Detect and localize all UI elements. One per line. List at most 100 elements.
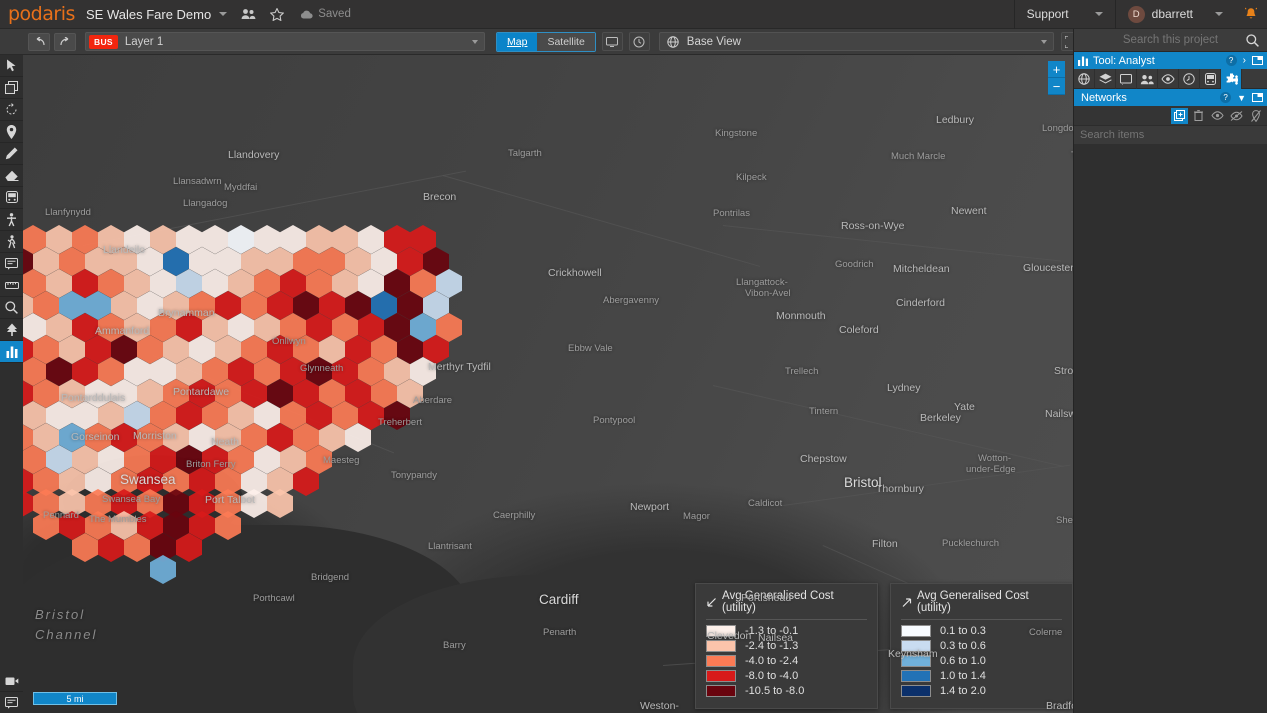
layer-dropdown-caret[interactable] bbox=[472, 39, 478, 44]
panel-icon-tabs[interactable] bbox=[1074, 69, 1267, 89]
delete-network-button[interactable] bbox=[1190, 108, 1207, 124]
analytics-tool[interactable] bbox=[0, 341, 23, 363]
layer-selector[interactable]: BUS Layer 1 bbox=[85, 32, 485, 51]
monitor-icon[interactable] bbox=[601, 32, 623, 51]
map-place-label: Kilpeck bbox=[736, 172, 767, 183]
tab-globe-icon[interactable] bbox=[1074, 69, 1095, 89]
map-place-label: Ebbw Vale bbox=[568, 343, 613, 354]
project-search-bar[interactable] bbox=[1074, 29, 1267, 52]
search-input[interactable] bbox=[1090, 34, 1251, 46]
map-place-label: Swansea bbox=[120, 472, 176, 487]
popout-icon[interactable] bbox=[1252, 56, 1263, 65]
star-icon[interactable] bbox=[270, 7, 285, 21]
search-icon[interactable] bbox=[1246, 33, 1259, 47]
map-place-label: Nailsea bbox=[758, 632, 794, 644]
items-search-input[interactable] bbox=[1080, 129, 1230, 141]
accessibility-tool[interactable] bbox=[0, 209, 23, 231]
map-pin-tool[interactable] bbox=[0, 121, 23, 143]
bus-tool[interactable] bbox=[0, 187, 23, 209]
tab-panel-icon[interactable] bbox=[1116, 69, 1137, 89]
networks-header[interactable]: Networks ? ▼ bbox=[1074, 89, 1267, 106]
map-place-label: Llandeilo bbox=[103, 244, 146, 256]
user-menu[interactable]: D dbarrett bbox=[1114, 0, 1235, 29]
map-place-label: Bradford- bbox=[1046, 700, 1073, 712]
map-place-label: Sherston bbox=[1056, 515, 1073, 526]
view-selector[interactable]: Base View bbox=[658, 32, 1054, 51]
undo-icon[interactable] bbox=[28, 32, 50, 51]
support-dropdown-caret[interactable] bbox=[1094, 12, 1103, 16]
user-dropdown-caret[interactable] bbox=[1215, 12, 1223, 16]
project-dropdown-caret[interactable] bbox=[219, 12, 228, 16]
map-place-label: under-Edge bbox=[966, 464, 1016, 475]
map-place-label: Crickhowell bbox=[548, 267, 602, 279]
share-people-icon[interactable] bbox=[241, 8, 256, 20]
tab-puzzle-icon[interactable] bbox=[1221, 69, 1242, 89]
map-place-label: Pucklechurch bbox=[942, 538, 1000, 549]
notification-bell-icon[interactable] bbox=[1235, 7, 1267, 21]
help-icon[interactable]: ? bbox=[1225, 55, 1237, 66]
items-search-bar[interactable] bbox=[1074, 125, 1267, 144]
ruler-tool[interactable] bbox=[0, 275, 23, 297]
basemap-satellite-button[interactable]: Satellite bbox=[537, 32, 595, 51]
avatar: D bbox=[1127, 5, 1145, 23]
map-place-label: Brynamman bbox=[158, 307, 215, 319]
user-name-label: dbarrett bbox=[1151, 7, 1193, 21]
map-place-label: Trellech bbox=[785, 366, 819, 377]
tool-analyst-header[interactable]: Tool: Analyst ? › bbox=[1074, 52, 1267, 69]
map-place-label: Magor bbox=[683, 511, 710, 522]
pedestrian-tool[interactable] bbox=[0, 231, 23, 253]
chat-tool[interactable] bbox=[0, 692, 23, 713]
tab-transit-icon[interactable] bbox=[1200, 69, 1221, 89]
chevron-right-icon[interactable]: › bbox=[1243, 55, 1246, 66]
saved-label: Saved bbox=[318, 8, 351, 20]
map-place-label: Aberdare bbox=[413, 395, 453, 406]
project-name-label[interactable]: SE Wales Fare Demo bbox=[86, 7, 211, 22]
map-place-label: Abergavenny bbox=[603, 295, 659, 306]
map-place-label: Pontrilas bbox=[713, 208, 750, 219]
clock-icon[interactable] bbox=[628, 32, 650, 51]
map-place-label: Vibon-Avel bbox=[745, 288, 791, 299]
tab-people-icon[interactable] bbox=[1137, 69, 1158, 89]
chevron-down-icon[interactable]: ▼ bbox=[1237, 93, 1246, 103]
map-place-label: Briton Ferry bbox=[186, 459, 236, 470]
magnifier-tool[interactable] bbox=[0, 297, 23, 319]
basemap-map-button[interactable]: Map bbox=[497, 32, 538, 51]
eraser-tool[interactable] bbox=[0, 165, 23, 187]
tree-tool[interactable] bbox=[0, 319, 23, 341]
globe-icon bbox=[667, 35, 679, 48]
redo-icon[interactable] bbox=[54, 32, 76, 51]
duplicate-tool[interactable] bbox=[0, 77, 23, 99]
map-place-label: Ammanford bbox=[95, 325, 150, 337]
map-place-label: Morriston bbox=[133, 430, 177, 442]
map-place-label: Pontypool bbox=[593, 415, 636, 426]
networks-toolbar[interactable] bbox=[1074, 106, 1267, 125]
basemap-toggle[interactable]: Map Satellite bbox=[496, 31, 596, 52]
view-dropdown-caret[interactable] bbox=[1040, 39, 1047, 44]
map-place-label: Stroud bbox=[1054, 365, 1073, 377]
comment-tool[interactable] bbox=[0, 253, 23, 275]
map-place-label: Chepstow bbox=[800, 453, 847, 465]
map-canvas[interactable]: Llandovery Llansadwrn Myddfai Llangadog Llan… bbox=[23, 55, 1073, 713]
map-place-label: Brecon bbox=[423, 191, 457, 203]
networks-popout-icon[interactable] bbox=[1252, 93, 1263, 102]
map-place-label: Coleford bbox=[839, 324, 879, 336]
unpin-network-button[interactable] bbox=[1247, 108, 1264, 124]
select-tool[interactable] bbox=[0, 55, 23, 77]
map-place-label: Berkeley bbox=[920, 412, 961, 424]
tab-eye-icon[interactable] bbox=[1158, 69, 1179, 89]
tab-history-icon[interactable] bbox=[1179, 69, 1200, 89]
networks-help-icon[interactable]: ? bbox=[1220, 92, 1232, 103]
show-network-button[interactable] bbox=[1209, 108, 1226, 124]
pencil-tool[interactable] bbox=[0, 143, 23, 165]
support-menu[interactable]: Support bbox=[1013, 0, 1115, 29]
hide-network-button[interactable] bbox=[1228, 108, 1245, 124]
add-network-button[interactable] bbox=[1171, 107, 1188, 124]
map-place-label: Pontarddulais bbox=[61, 392, 126, 404]
tab-layers-icon[interactable] bbox=[1095, 69, 1116, 89]
video-tool[interactable] bbox=[0, 670, 23, 692]
map-place-label: Llandovery bbox=[228, 149, 280, 161]
layer-name-label: Layer 1 bbox=[124, 35, 164, 48]
podaris-logo[interactable]: podaris bbox=[0, 3, 75, 25]
map-place-label: Keynsham bbox=[888, 648, 938, 660]
rotate-tool[interactable] bbox=[0, 99, 23, 121]
